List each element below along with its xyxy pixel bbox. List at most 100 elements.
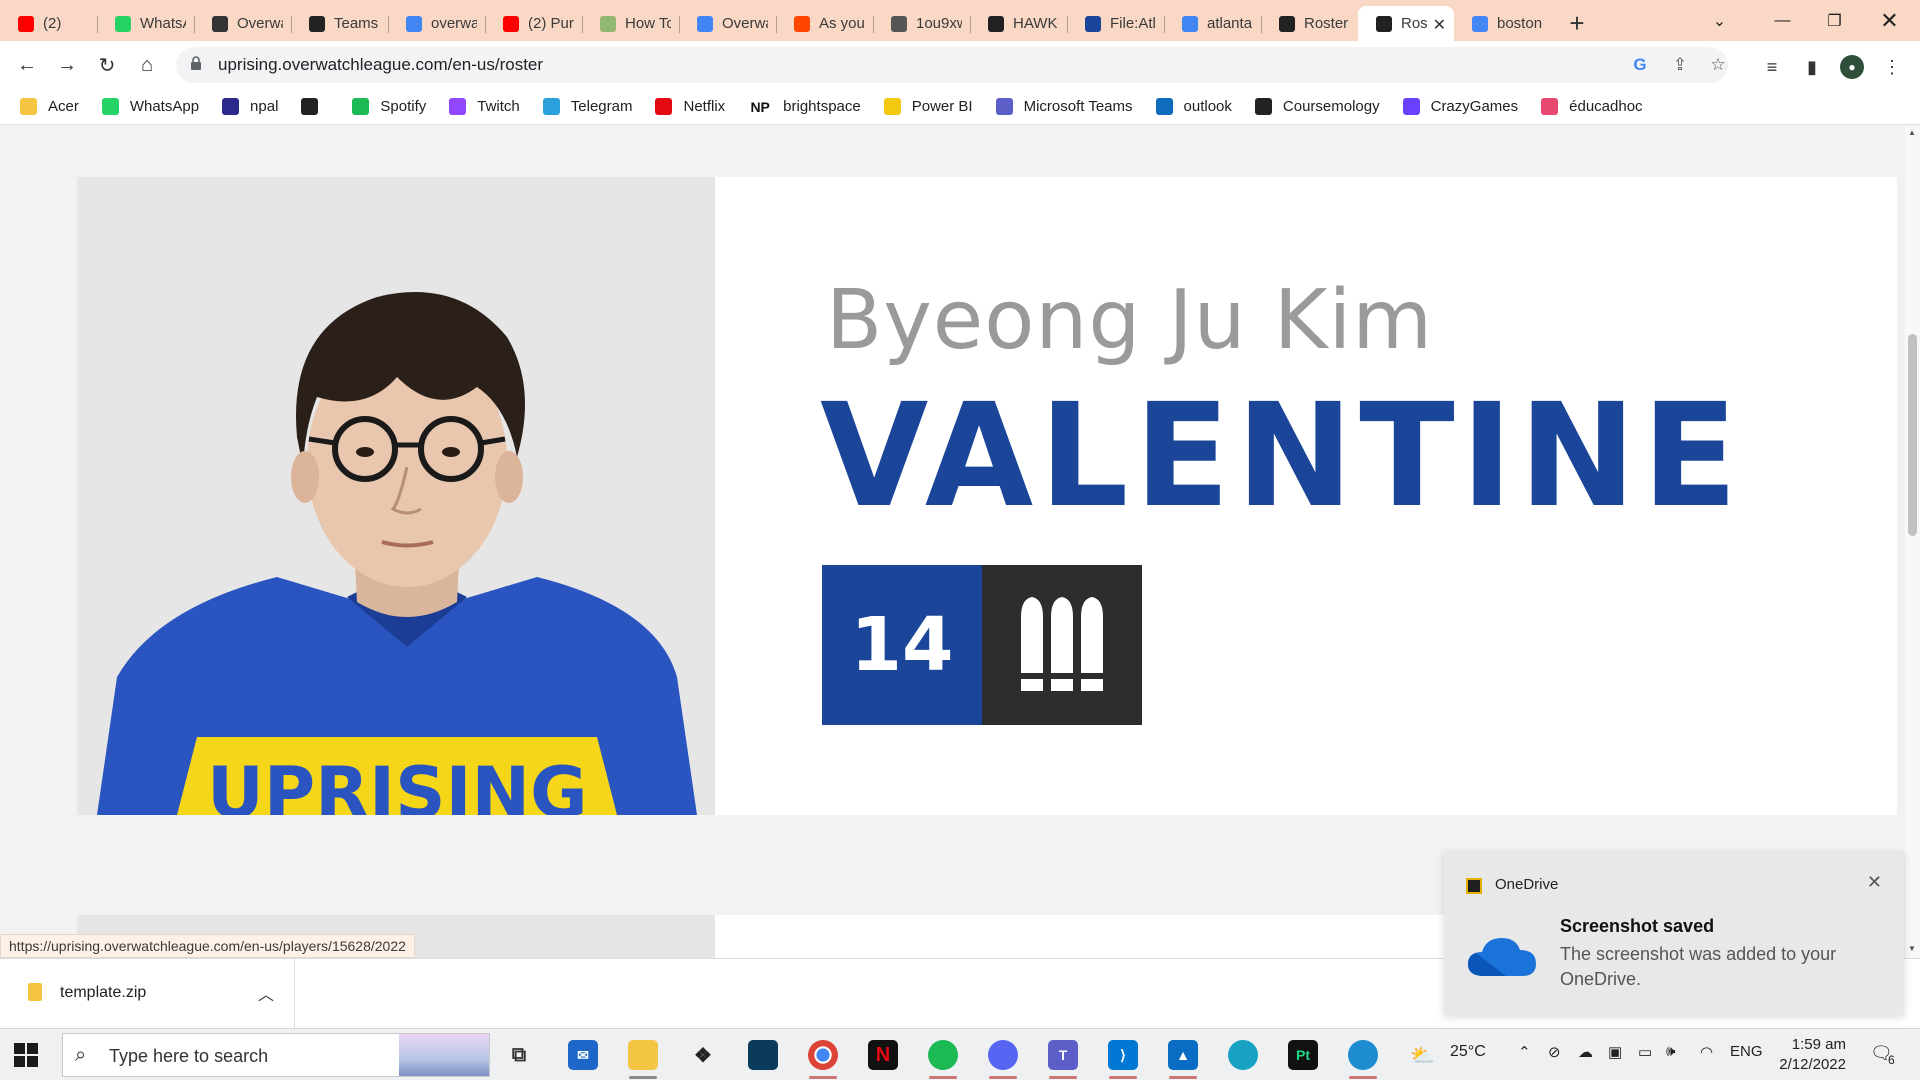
browser-tab[interactable]: overwa (388, 6, 485, 41)
media-control-icon[interactable]: ≡ (1760, 55, 1784, 79)
spotify-icon[interactable] (919, 1035, 967, 1079)
task-view-icon[interactable]: ⧉ (495, 1035, 543, 1075)
edge-icon[interactable] (1219, 1035, 1267, 1075)
close-window-button[interactable]: ✕ (1862, 0, 1917, 41)
download-filename[interactable]: template.zip (60, 984, 146, 1002)
onedrive-notification[interactable]: OneDrive ✕ Screenshot saved The screensh… (1444, 852, 1904, 1015)
photos-icon[interactable]: ▲ (1159, 1035, 1207, 1079)
reload-button[interactable]: ↻ (93, 51, 121, 79)
browser-tab[interactable]: atlanta (1164, 6, 1261, 41)
bookmark-label: npal (250, 98, 279, 115)
new-tab-button[interactable]: + (1557, 6, 1597, 41)
bookmark-item[interactable]: Acer (20, 98, 79, 115)
onedrive-tray-icon[interactable]: ☁ (1578, 1043, 1593, 1061)
scroll-up-arrow[interactable]: ▲ (1908, 128, 1916, 137)
back-button[interactable]: ← (13, 51, 41, 79)
windows-start-icon[interactable] (14, 1043, 38, 1067)
page-scrollbar[interactable]: ▲ ▼ (1905, 126, 1920, 958)
netflix-icon[interactable]: N (859, 1035, 907, 1075)
notification-title: Screenshot saved (1560, 916, 1715, 936)
wifi-icon[interactable]: ◠ (1700, 1043, 1713, 1061)
browser-tab[interactable]: boston (1454, 6, 1551, 41)
address-bar[interactable]: uprising.overwatchleague.com/en-us/roste… (176, 47, 1728, 83)
bookmark-item[interactable]: Telegram (542, 98, 632, 115)
bookmark-label: Coursemology (1282, 98, 1380, 115)
bookmark-item[interactable]: Netflix (655, 98, 725, 115)
minimize-button[interactable]: — (1755, 0, 1810, 41)
browser-tab[interactable]: (2) Pure (485, 6, 582, 41)
browser-tab[interactable]: 1ou9xw (873, 6, 970, 41)
close-icon[interactable]: ✕ (1867, 872, 1882, 893)
browser-tab[interactable]: WhatsA (97, 6, 194, 41)
tray-app-icon[interactable]: ⊘ (1548, 1043, 1561, 1061)
browser-tab[interactable]: Overwa (679, 6, 776, 41)
taskbar-search-box[interactable]: ⌕ Type here to search (62, 1033, 490, 1077)
menu-icon[interactable]: ⋮ (1880, 55, 1904, 79)
bookmark-label: brightspace (783, 98, 861, 115)
browser-tab[interactable]: Overwa (194, 6, 291, 41)
bookmark-item[interactable]: éducadhoc (1541, 98, 1643, 115)
bookmark-item[interactable]: Coursemology (1254, 98, 1380, 115)
forward-button[interactable]: → (53, 51, 81, 79)
dropbox-icon[interactable]: ❖ (679, 1035, 727, 1075)
battery-icon[interactable]: ▭ (1638, 1043, 1652, 1061)
volume-icon[interactable]: 🕪 (1666, 1043, 1675, 1060)
mail-icon[interactable]: ✉ (559, 1035, 607, 1075)
bookmark-item[interactable]: Twitch (449, 98, 520, 115)
discord-icon[interactable] (979, 1035, 1027, 1079)
teams-icon[interactable]: T (1039, 1035, 1087, 1079)
weather-icon[interactable]: ⛅ (1410, 1043, 1435, 1068)
browser-tab[interactable]: Roster (1261, 6, 1358, 41)
bookmark-item[interactable]: npal (222, 98, 278, 115)
bookmark-label: Microsoft Teams (1023, 98, 1133, 115)
bookmark-icon (1155, 98, 1173, 115)
google-lens-icon[interactable]: G (1630, 55, 1650, 75)
browser-tab[interactable]: File:Atl (1067, 6, 1164, 41)
vscode-icon[interactable]: ⟩ (1099, 1035, 1147, 1079)
close-tab-icon[interactable]: ✕ (1433, 15, 1446, 35)
lock-icon[interactable] (190, 56, 202, 70)
temperature-text[interactable]: 25°C (1450, 1043, 1486, 1061)
chevron-up-icon[interactable]: ︿ (258, 981, 274, 1005)
bookmark-star-icon[interactable]: ☆ (1708, 55, 1728, 75)
download-item[interactable]: template.zip ︿ (0, 959, 295, 1028)
player-card[interactable]: UPRISING Byeong Ju Kim VALENTINE 14 (77, 177, 1897, 815)
taskbar-clock[interactable]: 1:59 am 2/12/2022 (1776, 1035, 1846, 1075)
share-icon[interactable]: ⇪ (1670, 55, 1690, 75)
bookmark-item[interactable]: outlook (1155, 98, 1232, 115)
bookmark-item[interactable]: NP brightspace (748, 98, 861, 115)
search-placeholder[interactable]: Type here to search (109, 1046, 268, 1067)
bookmark-item[interactable] (301, 98, 329, 115)
chrome-icon[interactable] (799, 1035, 847, 1079)
url-text[interactable]: uprising.overwatchleague.com/en-us/roste… (218, 55, 543, 75)
notification-app-name: OneDrive (1495, 876, 1559, 893)
pycharm-icon[interactable]: Pt (1279, 1035, 1327, 1075)
file-explorer-icon[interactable] (619, 1035, 667, 1079)
side-panel-icon[interactable]: ▮ (1800, 55, 1824, 79)
tab-search-icon[interactable]: ⌄ (1692, 0, 1747, 41)
bookmark-item[interactable]: CrazyGames (1402, 98, 1518, 115)
bookmark-item[interactable]: Microsoft Teams (995, 98, 1133, 115)
browser-tab[interactable]: Ros ✕ (1358, 6, 1454, 41)
browser-tab[interactable]: How To (582, 6, 679, 41)
app-icon[interactable] (739, 1035, 787, 1075)
browser-tab[interactable]: (2) (0, 6, 97, 41)
bookmark-item[interactable]: Spotify (352, 98, 426, 115)
player-real-name[interactable]: Byeong Ju Kim (826, 273, 1433, 368)
profile-avatar[interactable]: ● (1840, 55, 1864, 79)
home-button[interactable]: ⌂ (133, 51, 161, 79)
player-handle[interactable]: VALENTINE (820, 385, 1744, 529)
browser-tab[interactable]: HAWK (970, 6, 1067, 41)
bookmark-item[interactable]: Power BI (883, 98, 973, 115)
tab-label: (2) (43, 15, 62, 32)
show-hidden-icons[interactable]: ⌃ (1518, 1043, 1531, 1061)
browser-tab[interactable]: As you (776, 6, 873, 41)
restore-button[interactable]: ❐ (1807, 0, 1862, 41)
scroll-down-arrow[interactable]: ▼ (1908, 944, 1916, 953)
bookmark-item[interactable]: WhatsApp (101, 98, 199, 115)
scrollbar-thumb[interactable] (1908, 334, 1917, 536)
language-indicator[interactable]: ENG (1730, 1043, 1763, 1060)
browser-tab[interactable]: Teams (291, 6, 388, 41)
edge-dev-icon[interactable] (1339, 1035, 1387, 1079)
meet-now-icon[interactable]: ▣ (1608, 1043, 1622, 1061)
